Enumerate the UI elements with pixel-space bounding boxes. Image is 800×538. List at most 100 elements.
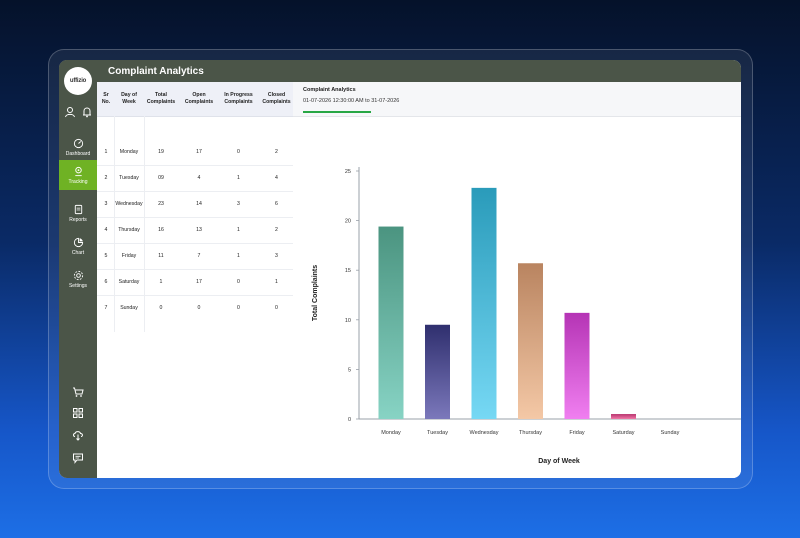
sidebar-item-label: Chart — [71, 249, 85, 256]
table-header: Sr No. Day of Week Total Complaints Open… — [97, 82, 293, 117]
table-cell: 6 — [104, 279, 108, 285]
x-tick-label: Thursday — [519, 430, 542, 436]
table-cell: 1 — [104, 149, 108, 155]
table-cell: 23 — [158, 201, 164, 207]
table-cell: 13 — [196, 227, 202, 233]
tracking-icon — [74, 166, 82, 176]
table-cell: 4 — [104, 227, 108, 233]
table-cell: 0 — [237, 305, 240, 311]
table-cell: 0 — [159, 305, 163, 311]
table-cell: 6 — [275, 201, 278, 207]
y-tick-label: 10 — [345, 318, 351, 324]
bar — [471, 187, 497, 419]
column-header[interactable]: In Progress Complaints — [218, 82, 259, 116]
app-window: Complaint Analytics uffizio Dashboard Tr… — [59, 60, 741, 478]
bell-icon[interactable] — [80, 105, 94, 119]
table-cell: 17 — [196, 279, 202, 285]
sidebar-item-chart[interactable]: Chart — [59, 231, 97, 261]
table-cell: Thursday — [118, 227, 140, 233]
table-cell: 16 — [158, 227, 164, 233]
table-cell: 2 — [275, 149, 278, 155]
table-cell: 5 — [104, 253, 108, 259]
table-cell: 3 — [275, 253, 278, 259]
sidebar-item-label: Tracking — [68, 178, 88, 185]
table-row[interactable]: 5 Friday 11 7 1 3 — [97, 243, 293, 270]
table-cell: Sunday — [120, 305, 138, 311]
column-header[interactable]: Total Complaints — [144, 82, 178, 116]
x-tick-label: Wednesday — [470, 430, 499, 436]
chat-icon[interactable] — [71, 451, 85, 465]
column-header[interactable]: Sr No. — [99, 82, 113, 116]
table-cell: Wednesday — [115, 201, 143, 207]
sidebar-item-label: Reports — [69, 216, 87, 223]
table-cell: 0 — [237, 279, 240, 285]
table-cell: 1 — [237, 253, 240, 259]
table-cell: 0 — [197, 305, 201, 311]
sidebar-item-dashboard[interactable]: Dashboard — [59, 132, 97, 162]
table-cell: 3 — [237, 201, 240, 207]
table-row[interactable]: 6 Saturday 1 17 0 1 — [97, 269, 293, 296]
table-cell: 7 — [197, 253, 201, 259]
reports-icon — [74, 204, 82, 214]
logo-text: uffizio — [69, 78, 87, 84]
table-cell: 19 — [158, 149, 164, 155]
user-icon[interactable] — [63, 105, 77, 119]
table-row[interactable]: 1 Monday 19 17 0 2 — [97, 139, 293, 166]
x-tick-label: Friday — [569, 430, 585, 436]
x-tick-label: Sunday — [661, 430, 680, 436]
table-cell: 3 — [104, 201, 108, 207]
table-cell: Monday — [119, 149, 139, 155]
bar — [518, 263, 543, 419]
cloud-download-icon[interactable] — [71, 428, 85, 442]
column-header[interactable]: Day of Week — [115, 82, 143, 116]
table-cell: 4 — [275, 175, 278, 181]
y-tick-label: 5 — [348, 367, 351, 373]
table-row[interactable]: 3 Wednesday 23 14 3 6 — [97, 191, 293, 218]
table-cell: Saturday — [118, 279, 140, 285]
column-header[interactable]: Closed Complaints — [260, 82, 293, 116]
x-tick-label: Tuesday — [427, 430, 448, 436]
complaints-table: Sr No. Day of Week Total Complaints Open… — [97, 82, 294, 478]
table-cell: Friday — [121, 253, 137, 259]
sidebar-item-reports[interactable]: Reports — [59, 198, 97, 228]
table-cell: Tuesday — [119, 175, 139, 181]
cart-icon[interactable] — [71, 385, 85, 399]
bar — [425, 324, 450, 419]
bar-chart: 0 5 10 15 20 25 Monday Tuesday Wednesday Thursday… — [312, 167, 741, 465]
grid-icon[interactable] — [71, 406, 85, 420]
bar — [611, 414, 636, 419]
sidebar-item-tracking[interactable]: Tracking — [59, 160, 97, 190]
table-cell: 17 — [196, 149, 202, 155]
table-cell: 0 — [275, 305, 278, 311]
table-cell: 1 — [237, 227, 240, 233]
sidebar: uffizio Dashboard Tracking Reports Chart… — [59, 60, 97, 478]
chart-panel: Complaint Analytics 01-07-2026 12:30:00 … — [293, 82, 741, 478]
sidebar-item-settings[interactable]: Settings — [59, 264, 97, 294]
y-tick-label: 15 — [345, 268, 351, 274]
bar — [378, 226, 404, 419]
dashboard-icon — [73, 138, 83, 148]
table-cell: 7 — [104, 305, 108, 311]
logo[interactable]: uffizio — [64, 67, 92, 95]
table-cell: 0 — [237, 149, 240, 155]
x-tick-label: Monday — [381, 430, 401, 436]
top-bar: Complaint Analytics — [59, 60, 741, 82]
y-tick-label: 20 — [345, 219, 351, 225]
table-cell: 1 — [159, 279, 163, 285]
bar — [564, 312, 590, 419]
table-cell: 1 — [237, 175, 240, 181]
column-header[interactable]: Open Complaints — [181, 82, 217, 116]
x-axis-label: Day of Week — [538, 458, 580, 465]
sidebar-item-label: Dashboard — [65, 150, 91, 157]
page-title: Complaint Analytics — [108, 66, 204, 77]
y-tick-label: 25 — [345, 169, 351, 175]
x-tick-label: Saturday — [612, 430, 634, 436]
table-row[interactable]: 7 Sunday 0 0 0 0 — [97, 295, 293, 321]
table-cell: 09 — [158, 175, 164, 181]
pie-chart-icon — [73, 237, 83, 247]
y-tick-label: 0 — [348, 417, 351, 423]
table-cell: 2 — [104, 175, 108, 181]
table-row[interactable]: 4 Thursday 16 13 1 2 — [97, 217, 293, 244]
table-row[interactable]: 2 Tuesday 09 4 1 4 — [97, 165, 293, 192]
table-cell: 2 — [275, 227, 278, 233]
